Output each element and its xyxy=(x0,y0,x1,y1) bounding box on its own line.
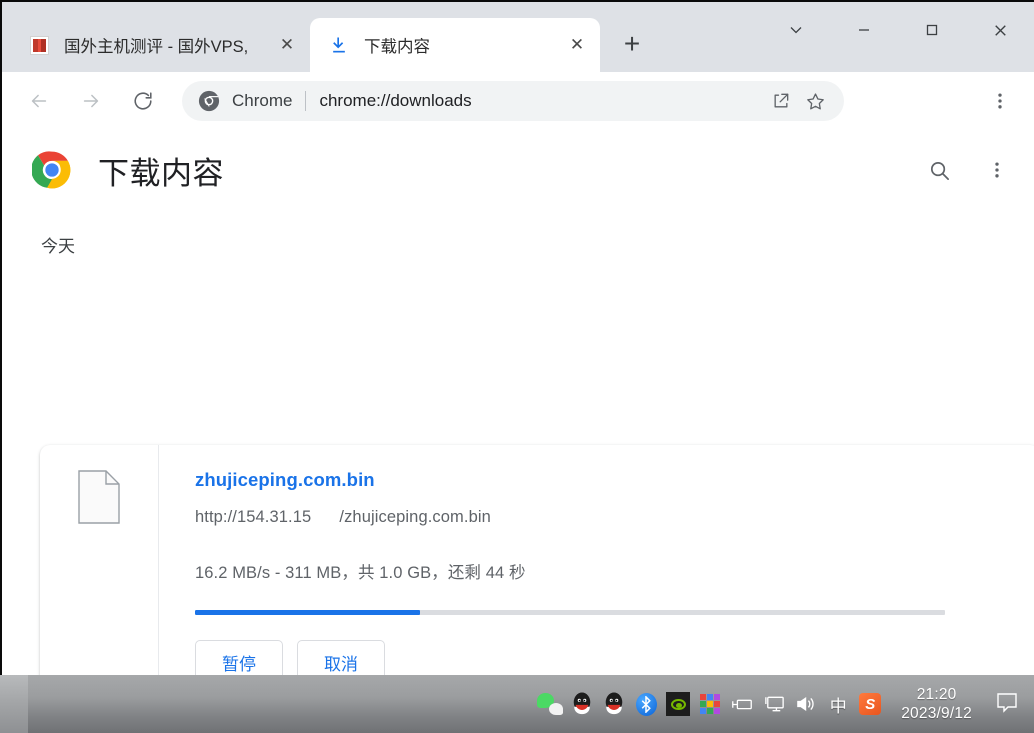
clock-time: 21:20 xyxy=(901,685,972,704)
bluetooth-icon[interactable] xyxy=(631,686,661,722)
new-tab-button[interactable]: + xyxy=(612,24,652,64)
close-button[interactable] xyxy=(966,2,1034,58)
battery-plug-icon[interactable] xyxy=(727,686,757,722)
screen: 国外主机测评 - 国外VPS, ✕ 下载内容 ✕ + xyxy=(0,0,1034,733)
qq-icon-2[interactable] xyxy=(599,686,629,722)
windows-taskbar: 中 S 21:20 2023/9/12 xyxy=(0,675,1034,733)
reload-icon[interactable] xyxy=(124,82,162,120)
tab-search-chevron-down-icon[interactable] xyxy=(762,2,830,58)
tab-close-icon[interactable]: ✕ xyxy=(274,32,300,58)
forward-arrow-icon[interactable] xyxy=(72,82,110,120)
minimize-button[interactable] xyxy=(830,2,898,58)
downloads-header: 下载内容 xyxy=(2,130,1034,210)
chrome-logo-icon xyxy=(198,90,220,112)
color-blocks-icon[interactable] xyxy=(695,686,725,722)
tab-title: 国外主机测评 - 国外VPS, xyxy=(64,33,274,57)
volume-icon[interactable] xyxy=(791,686,821,722)
system-tray: 中 S xyxy=(535,686,885,722)
download-status-text: 16.2 MB/s - 311 MB，共 1.0 GB，还剩 44 秒 xyxy=(195,559,1034,583)
ime-label: 中 xyxy=(825,692,851,716)
download-action-buttons: 暂停 取消 xyxy=(195,640,1034,675)
search-icon[interactable] xyxy=(924,155,954,185)
generic-file-icon xyxy=(78,470,120,524)
omnibox-divider xyxy=(305,91,306,111)
download-progress-bar xyxy=(195,610,945,615)
sogou-label: S xyxy=(859,693,881,715)
share-icon[interactable] xyxy=(764,84,798,118)
notification-icon[interactable] xyxy=(994,691,1020,717)
address-bar[interactable]: Chrome chrome://downloads xyxy=(182,81,844,121)
tab-close-icon[interactable]: ✕ xyxy=(564,32,590,58)
downloads-page: 下载内容 今天 xyxy=(2,130,1034,675)
download-thumbnail-column xyxy=(40,445,159,675)
tab-inactive-site[interactable]: 国外主机测评 - 国外VPS, ✕ xyxy=(10,18,310,72)
download-progress-fill xyxy=(195,610,420,615)
download-source-url: http://154.31.15 /zhujiceping.com.bin xyxy=(195,508,1034,527)
ime-chinese-icon[interactable]: 中 xyxy=(823,686,853,722)
omnibox-actions xyxy=(764,84,832,118)
star-icon[interactable] xyxy=(798,84,832,118)
pause-button[interactable]: 暂停 xyxy=(195,640,283,675)
browser-window: 国外主机测评 - 国外VPS, ✕ 下载内容 ✕ + xyxy=(0,0,1034,675)
tabs-row: 国外主机测评 - 国外VPS, ✕ 下载内容 ✕ + xyxy=(2,2,652,72)
tab-strip: 国外主机测评 - 国外VPS, ✕ 下载内容 ✕ + xyxy=(2,2,1034,72)
download-group-label: 今天 xyxy=(2,210,1034,257)
maximize-button[interactable] xyxy=(898,2,966,58)
browser-menu-three-dot-icon[interactable] xyxy=(980,81,1020,121)
omnibox-url-text: chrome://downloads xyxy=(319,91,764,111)
cancel-button[interactable]: 取消 xyxy=(297,640,385,675)
downloads-header-actions xyxy=(924,155,1012,185)
sogou-icon[interactable]: S xyxy=(855,686,885,722)
tab-title: 下载内容 xyxy=(364,33,564,57)
downloads-menu-three-dot-icon[interactable] xyxy=(982,155,1012,185)
back-arrow-icon[interactable] xyxy=(20,82,58,120)
chrome-logo-icon xyxy=(32,150,72,190)
site-favicon-icon xyxy=(28,34,50,56)
nvidia-icon[interactable] xyxy=(663,686,693,722)
browser-toolbar: Chrome chrome://downloads xyxy=(2,72,1034,130)
download-icon xyxy=(328,34,350,56)
page-title: 下载内容 xyxy=(98,148,224,193)
download-filename-link[interactable]: zhujiceping.com.bin xyxy=(195,469,375,491)
taskbar-clock[interactable]: 21:20 2023/9/12 xyxy=(901,685,972,724)
display-icon[interactable] xyxy=(759,686,789,722)
download-item-body: zhujiceping.com.bin http://154.31.15 /zh… xyxy=(159,445,1034,675)
clock-date: 2023/9/12 xyxy=(901,704,972,723)
window-controls xyxy=(762,2,1034,58)
wechat-icon[interactable] xyxy=(535,686,565,722)
tab-active-downloads[interactable]: 下载内容 ✕ xyxy=(310,18,600,72)
download-item-card: zhujiceping.com.bin http://154.31.15 /zh… xyxy=(40,445,1034,675)
omnibox-chip-label: Chrome xyxy=(232,91,292,111)
qq-icon[interactable] xyxy=(567,686,597,722)
